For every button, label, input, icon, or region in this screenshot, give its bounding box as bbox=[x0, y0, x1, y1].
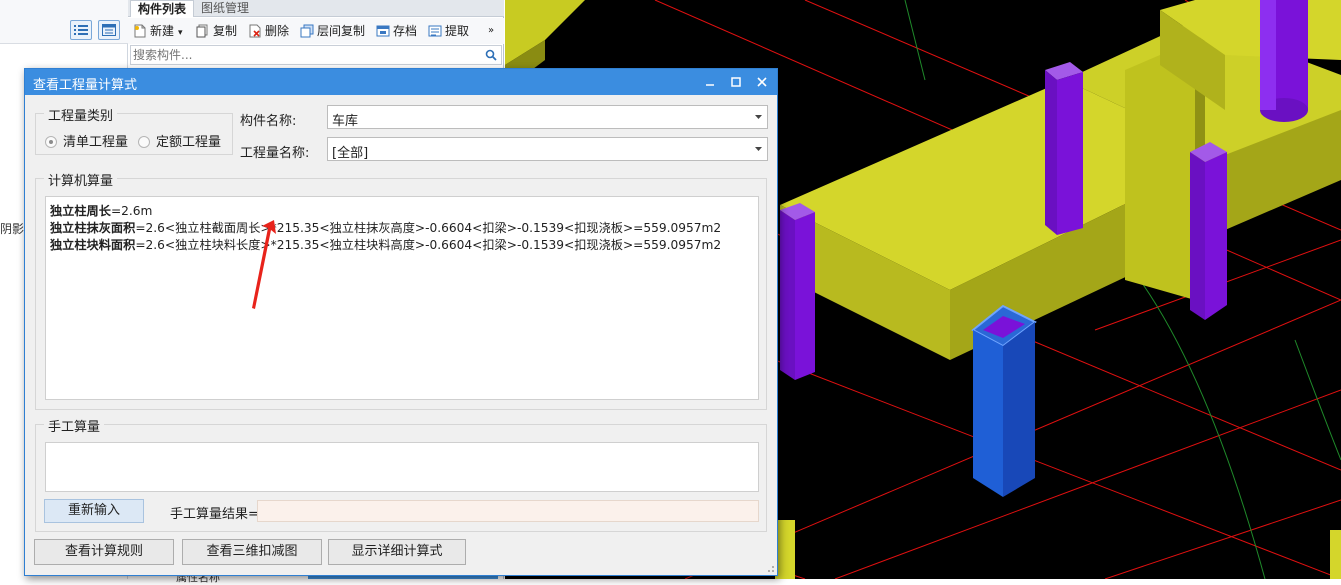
detail-view-button[interactable] bbox=[98, 20, 120, 40]
chevron-down-icon bbox=[755, 115, 762, 119]
quantity-name-select[interactable]: [全部] bbox=[327, 137, 768, 161]
archive-button-label: 存档 bbox=[393, 24, 418, 38]
radio-circle bbox=[138, 136, 150, 148]
quantity-type-label: 工程量类别 bbox=[44, 105, 118, 124]
copy-icon bbox=[196, 24, 208, 38]
component-name-label: 构件名称: bbox=[240, 114, 297, 129]
dialog-title-bar[interactable]: 查看工程量计算式 bbox=[25, 69, 777, 95]
search-icon[interactable] bbox=[485, 49, 497, 61]
new-button-label: 新建 bbox=[150, 24, 175, 38]
calc-line: 独立柱抹灰面积=2.6<独立柱截面周长>*215.35<独立柱抹灰高度>-0.6… bbox=[50, 221, 722, 235]
component-name-value: 车库 bbox=[332, 114, 359, 129]
manual-calc-textarea[interactable] bbox=[45, 442, 759, 492]
radio-bill-quantity[interactable]: 清单工程量 bbox=[45, 135, 128, 151]
view-calc-rules-button[interactable]: 查看计算规则 bbox=[34, 539, 174, 565]
extract-button-label: 提取 bbox=[445, 24, 470, 38]
archive-button[interactable]: 存档 bbox=[376, 22, 417, 40]
radio-quota-quantity[interactable]: 定额工程量 bbox=[138, 135, 221, 151]
calc-line: 独立柱周长=2.6m bbox=[50, 204, 153, 218]
quantity-name-label: 工程量名称: bbox=[240, 146, 310, 161]
copy-button[interactable]: 复制 bbox=[196, 22, 237, 40]
list-icon bbox=[74, 25, 88, 35]
floor-copy-button[interactable]: 层间复制 bbox=[300, 22, 365, 40]
delete-button-label: 删除 bbox=[265, 24, 290, 38]
computer-calc-textarea[interactable]: 独立柱周长=2.6m 独立柱抹灰面积=2.6<独立柱截面周长>*215.35<独… bbox=[45, 196, 759, 400]
component-panel-tabs: 构件列表 图纸管理 bbox=[128, 0, 504, 17]
quantity-name-value: [全部] bbox=[332, 146, 369, 161]
new-dropdown-icon: ▾ bbox=[178, 28, 183, 38]
calc-line: 独立柱块料面积=2.6<独立柱块料长度>*215.35<独立柱块料高度>-0.6… bbox=[50, 238, 722, 252]
show-detail-formula-button[interactable]: 显示详细计算式 bbox=[328, 539, 466, 565]
tab-drawing-management[interactable]: 图纸管理 bbox=[194, 0, 256, 17]
archive-icon bbox=[376, 25, 390, 37]
view-3d-deduction-button[interactable]: 查看三维扣减图 bbox=[182, 539, 322, 565]
manual-result-label: 手工算量结果= bbox=[170, 507, 259, 522]
component-search-input[interactable] bbox=[131, 46, 471, 64]
toolbar-overflow-icon[interactable]: » bbox=[488, 22, 494, 40]
minimize-icon bbox=[706, 84, 714, 86]
copy-button-label: 复制 bbox=[213, 24, 238, 38]
new-button[interactable]: 新建 ▾ bbox=[133, 22, 183, 40]
extract-button[interactable]: 提取 bbox=[428, 22, 469, 40]
reenter-button[interactable]: 重新输入 bbox=[44, 499, 144, 523]
component-toolbar: 新建 ▾ 复制 删除 层间复制 存档 提取 » bbox=[128, 18, 504, 44]
close-icon bbox=[757, 77, 767, 87]
radio-circle-selected bbox=[45, 136, 57, 148]
close-button[interactable] bbox=[752, 72, 772, 92]
component-search bbox=[130, 45, 502, 65]
manual-result-field[interactable] bbox=[257, 500, 759, 522]
table-icon bbox=[102, 24, 116, 36]
minimize-button[interactable] bbox=[700, 72, 720, 92]
floor-copy-icon bbox=[300, 24, 314, 38]
extract-icon bbox=[428, 25, 442, 37]
dialog-title: 查看工程量计算式 bbox=[33, 78, 138, 93]
manual-calc-label: 手工算量 bbox=[44, 416, 105, 435]
component-name-select[interactable]: 车库 bbox=[327, 105, 768, 129]
list-view-button[interactable] bbox=[70, 20, 92, 40]
quantity-formula-dialog: 查看工程量计算式 工程量类别 清单工程量 定额工程量 构件名称: 车库 工程量名… bbox=[24, 68, 778, 576]
tab-component-list[interactable]: 构件列表 bbox=[130, 0, 195, 17]
delete-button[interactable]: 删除 bbox=[248, 22, 289, 40]
left-toolbar bbox=[0, 0, 128, 44]
maximize-button[interactable] bbox=[726, 72, 746, 92]
new-file-icon bbox=[134, 24, 146, 38]
delete-icon bbox=[249, 24, 261, 38]
computer-calc-label: 计算机算量 bbox=[44, 170, 118, 189]
resize-grip-icon[interactable] bbox=[765, 563, 775, 573]
maximize-icon bbox=[731, 77, 741, 87]
chevron-down-icon bbox=[755, 147, 762, 151]
floor-copy-button-label: 层间复制 bbox=[317, 24, 366, 38]
